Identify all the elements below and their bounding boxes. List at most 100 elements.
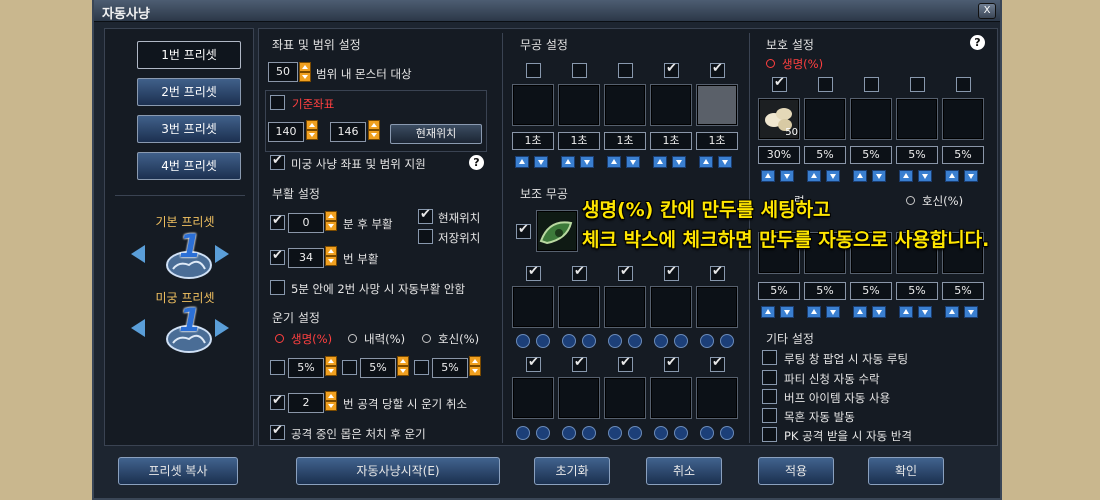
martial-order-dot[interactable] (516, 334, 530, 348)
qi-attack-stepper[interactable] (325, 391, 337, 411)
martial-order-dot[interactable] (608, 334, 622, 348)
martial-skill-slot[interactable] (650, 377, 692, 419)
preset-2-button[interactable]: 2번 프리셋 (137, 78, 241, 106)
martial-skill-slot[interactable] (558, 377, 600, 419)
martial-order-dot[interactable] (608, 426, 622, 440)
martial-order-dot[interactable] (562, 334, 576, 348)
martial-row2-checkbox[interactable] (526, 264, 541, 281)
martial-slot3-checkbox[interactable] (618, 63, 633, 78)
protect-slot5-checkbox[interactable] (956, 77, 971, 92)
qi-kill-checkbox[interactable] (270, 423, 285, 440)
qi-pct2-stepper[interactable] (397, 356, 409, 376)
martial-slot4-checkbox[interactable] (664, 61, 679, 78)
preset-1-button[interactable]: 1번 프리셋 (137, 41, 241, 69)
etc-option-checkbox[interactable] (762, 389, 777, 404)
protect-slot1-checkbox[interactable] (772, 75, 787, 92)
protect-pct-stepper[interactable] (758, 170, 800, 182)
protect-slot2-checkbox[interactable] (818, 77, 833, 92)
qi-pct2-input[interactable]: 5% (360, 358, 396, 378)
martial-skill-slot[interactable] (512, 377, 554, 419)
reset-button[interactable]: 초기화 (534, 457, 610, 485)
martial-order-dot[interactable] (720, 426, 734, 440)
qi-pct3-checkbox[interactable] (414, 360, 429, 375)
protect-pct[interactable]: 5% (896, 146, 938, 164)
title-bar[interactable]: 자동사냥 X (94, 0, 1000, 22)
dumpling-item-slot[interactable]: 50 (758, 98, 800, 140)
martial-order-dot[interactable] (582, 426, 596, 440)
revive-count-stepper[interactable] (325, 246, 337, 266)
current-position-button[interactable]: 현재위치 (390, 124, 482, 144)
protect-pct2[interactable]: 5% (942, 282, 984, 300)
qi-protect-radio[interactable] (422, 334, 431, 343)
protect-help-icon[interactable]: ? (970, 35, 985, 50)
protect-pct[interactable]: 5% (942, 146, 984, 164)
qi-inner-radio[interactable] (348, 334, 357, 343)
martial-order-dot[interactable] (536, 334, 550, 348)
qi-attack-checkbox[interactable] (270, 393, 285, 410)
protect-life-radio[interactable] (766, 59, 775, 68)
protect-item-slot[interactable] (804, 98, 846, 140)
martial-row2-checkbox[interactable] (572, 264, 587, 281)
etc-option-checkbox[interactable] (762, 350, 777, 365)
close-button[interactable]: X (978, 3, 996, 19)
protect-pct-stepper[interactable] (896, 170, 938, 182)
martial-order-dot[interactable] (628, 426, 642, 440)
martial-timer-stepper[interactable] (604, 156, 646, 168)
qi-pct2-checkbox[interactable] (342, 360, 357, 375)
martial-order-dot[interactable] (654, 426, 668, 440)
copy-preset-button[interactable]: 프리셋 복사 (118, 457, 238, 485)
martial-timer-stepper[interactable] (696, 156, 738, 168)
martial-order-dot[interactable] (516, 426, 530, 440)
martial-skill-slot[interactable] (696, 84, 738, 126)
revive-count-checkbox[interactable] (270, 248, 285, 265)
dungeon-next-arrow-icon[interactable] (215, 319, 229, 337)
martial-slot2-checkbox[interactable] (572, 63, 587, 78)
protect-item-slot[interactable] (896, 98, 938, 140)
protect-pct[interactable]: 30% (758, 146, 800, 164)
martial-row2-checkbox[interactable] (664, 264, 679, 281)
martial-skill-slot[interactable] (696, 286, 738, 328)
revive-minutes-input[interactable]: 0 (288, 213, 324, 233)
revive-saved-pos-checkbox[interactable] (418, 229, 433, 244)
qi-pct3-input[interactable]: 5% (432, 358, 468, 378)
qi-life-radio[interactable] (275, 334, 284, 343)
etc-option-checkbox[interactable] (762, 370, 777, 385)
protect-item-slot[interactable] (942, 98, 984, 140)
base-coord-checkbox[interactable] (270, 95, 285, 110)
martial-skill-slot[interactable] (604, 84, 646, 126)
martial-skill-slot[interactable] (650, 84, 692, 126)
martial-row2-checkbox[interactable] (618, 264, 633, 281)
martial-timer[interactable]: 1초 (696, 132, 738, 150)
start-auto-hunt-button[interactable]: 자동사냥시작(E) (296, 457, 500, 485)
martial-order-dot[interactable] (700, 334, 714, 348)
protect-pct-stepper[interactable] (850, 170, 892, 182)
martial-skill-slot[interactable] (696, 377, 738, 419)
preset-4-button[interactable]: 4번 프리셋 (137, 152, 241, 180)
protect-item-slot[interactable] (850, 98, 892, 140)
martial-timer[interactable]: 1초 (558, 132, 600, 150)
qi-pct1-input[interactable]: 5% (288, 358, 324, 378)
martial-timer[interactable]: 1초 (650, 132, 692, 150)
protect-pct[interactable]: 5% (850, 146, 892, 164)
martial-skill-slot[interactable] (512, 286, 554, 328)
range-input[interactable]: 50 (268, 62, 298, 82)
martial-timer[interactable]: 1초 (604, 132, 646, 150)
revive-rule-checkbox[interactable] (270, 280, 285, 295)
martial-skill-slot[interactable] (604, 286, 646, 328)
basic-prev-arrow-icon[interactable] (131, 245, 145, 263)
qi-attack-input[interactable]: 2 (288, 393, 324, 413)
revive-delay-checkbox[interactable] (270, 213, 285, 230)
martial-row3-checkbox[interactable] (572, 355, 587, 372)
protect-pct2[interactable]: 5% (896, 282, 938, 300)
aux-martial-checkbox[interactable] (516, 222, 531, 239)
martial-order-dot[interactable] (562, 426, 576, 440)
revive-current-pos-checkbox[interactable] (418, 207, 433, 224)
martial-order-dot[interactable] (536, 426, 550, 440)
martial-order-dot[interactable] (582, 334, 596, 348)
protect-shield-radio[interactable] (906, 196, 915, 205)
revive-minutes-stepper[interactable] (325, 211, 337, 231)
martial-skill-slot[interactable] (558, 286, 600, 328)
martial-slot1-checkbox[interactable] (526, 63, 541, 78)
martial-timer[interactable]: 1초 (512, 132, 554, 150)
qi-pct1-checkbox[interactable] (270, 360, 285, 375)
